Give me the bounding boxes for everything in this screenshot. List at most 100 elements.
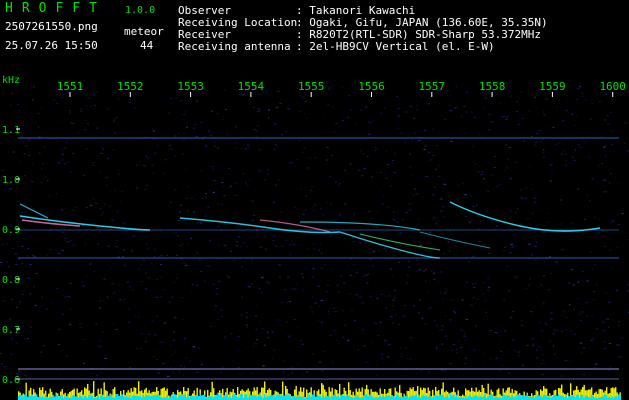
noise-dot <box>384 339 388 341</box>
noise-dot <box>209 240 212 242</box>
noise-dot <box>561 153 563 155</box>
noise-dot <box>473 116 476 118</box>
noise-dot <box>170 201 173 203</box>
noise-dot <box>298 111 301 113</box>
noise-dot <box>147 247 150 249</box>
histogram-bar-cyan <box>115 394 117 400</box>
noise-dot <box>500 326 502 328</box>
noise-dot <box>253 214 256 216</box>
noise-dot <box>283 360 286 362</box>
y-tick-label: 0.6 <box>2 375 20 386</box>
noise-dot <box>83 129 86 131</box>
noise-dot <box>437 280 440 282</box>
noise-dot <box>428 152 431 154</box>
noise-dot <box>118 98 120 100</box>
noise-dot <box>362 329 364 331</box>
histogram-bar-cyan <box>153 395 155 400</box>
noise-dot <box>334 123 338 124</box>
noise-dot <box>300 340 302 342</box>
noise-dot <box>617 356 620 358</box>
noise-dot <box>605 93 608 95</box>
noise-dot <box>520 320 523 322</box>
noise-dot <box>435 223 438 225</box>
noise-dot <box>60 209 64 211</box>
noise-dot <box>379 322 382 324</box>
noise-dot <box>425 144 427 146</box>
noise-dot <box>386 164 390 165</box>
noise-dot <box>292 244 295 246</box>
noise-dot <box>61 227 64 229</box>
noise-dot <box>264 236 266 237</box>
noise-dot <box>190 237 193 239</box>
noise-dot <box>363 345 366 347</box>
noise-dot <box>366 282 369 284</box>
noise-dot <box>82 285 85 287</box>
noise-dot <box>419 299 422 301</box>
histogram-bar-cyan <box>336 396 338 400</box>
histogram-bar-cyan <box>604 394 606 400</box>
histogram-bar-cyan <box>286 394 288 400</box>
histogram-bar-cyan <box>241 394 243 400</box>
noise-dot <box>429 231 431 233</box>
histogram-bar-cyan <box>532 395 534 400</box>
noise-dot <box>553 329 556 331</box>
histogram-bar-cyan <box>267 395 269 400</box>
histogram-bar-cyan <box>235 395 237 400</box>
histogram-bar-cyan <box>297 395 299 400</box>
noise-dot <box>478 133 481 135</box>
noise-dot <box>89 204 92 206</box>
noise-dot <box>15 343 18 345</box>
filename-label: 2507261550.png <box>5 20 98 33</box>
histogram-bar-cyan <box>393 396 395 400</box>
noise-dot <box>181 243 184 245</box>
noise-dot <box>185 264 188 266</box>
histogram-bar-cyan <box>535 395 537 400</box>
noise-dot <box>588 156 590 158</box>
noise-dot <box>417 139 421 141</box>
noise-dot <box>186 126 188 128</box>
noise-dot <box>479 241 482 242</box>
noise-dot <box>31 99 34 101</box>
noise-dot <box>499 102 501 104</box>
noise-dot <box>570 223 573 225</box>
noise-dot <box>581 270 584 272</box>
noise-dot <box>590 251 593 253</box>
noise-dot <box>290 244 292 245</box>
histogram-bar-cyan <box>538 395 540 400</box>
histogram-bar-cyan <box>450 394 452 400</box>
noise-dot <box>355 106 357 108</box>
noise-dot <box>350 258 352 260</box>
noise-dot <box>1 363 4 365</box>
y-tick-label: 1.1 <box>2 125 20 136</box>
noise-dot <box>443 183 446 185</box>
noise-dot <box>571 156 574 158</box>
noise-dot <box>571 114 574 116</box>
noise-dot <box>93 104 96 106</box>
noise-dot <box>505 144 508 146</box>
noise-dot <box>415 193 418 195</box>
noise-dot <box>134 315 137 317</box>
histogram-bar-cyan <box>294 395 296 400</box>
noise-dot <box>185 357 188 359</box>
noise-dot <box>381 203 384 205</box>
histogram-bar-cyan <box>390 396 392 400</box>
noise-dot <box>58 252 60 254</box>
noise-dot <box>154 334 157 336</box>
noise-dot <box>302 289 304 291</box>
noise-dot <box>457 184 460 186</box>
noise-dot <box>496 186 499 187</box>
noise-dot <box>532 344 535 346</box>
noise-dot <box>604 155 607 157</box>
noise-dot <box>339 214 341 216</box>
noise-dot <box>518 355 520 357</box>
noise-dot <box>390 185 392 187</box>
noise-dot <box>166 254 169 256</box>
noise-dot <box>245 316 249 318</box>
histogram-bar-cyan <box>159 395 161 400</box>
noise-dot <box>610 267 612 269</box>
noise-dot <box>72 209 74 211</box>
noise-dot <box>145 184 149 186</box>
noise-dot <box>121 300 124 302</box>
noise-dot <box>246 327 249 329</box>
noise-dot <box>213 179 216 181</box>
